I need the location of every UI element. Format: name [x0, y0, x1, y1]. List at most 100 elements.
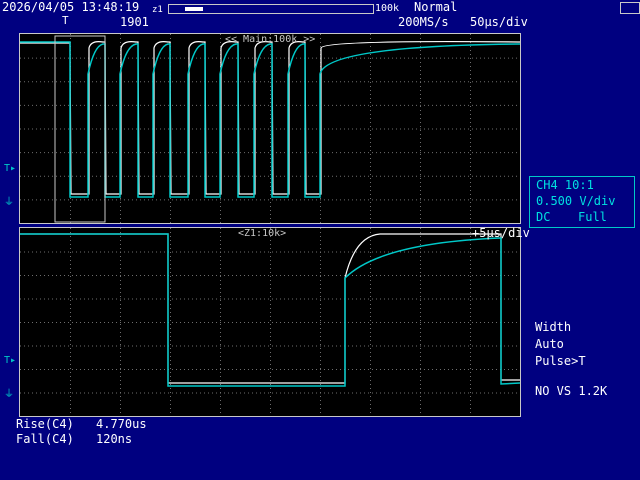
grid-dot: [188, 392, 189, 394]
grid-dot: [464, 199, 465, 201]
timebase[interactable]: 50μs/div: [470, 15, 528, 29]
grid-dot: [468, 392, 469, 394]
grid-dot: [80, 57, 81, 59]
grid-dot: [112, 345, 113, 347]
grid-dot: [296, 199, 297, 201]
grid-dot: [460, 57, 461, 59]
grid-dot: [268, 57, 269, 59]
grid-dot: [48, 369, 49, 370]
grid-dot: [220, 296, 221, 297]
grid-dot: [416, 81, 417, 83]
grid-dot: [308, 175, 309, 177]
grid-dot: [420, 198, 421, 199]
grid-dot: [256, 322, 257, 323]
grid-dot: [470, 98, 471, 99]
grid-dot: [470, 232, 471, 233]
zoom-waveform-window[interactable]: <Z1:10k> +5μs/div: [19, 226, 530, 417]
grid-dot: [412, 251, 413, 253]
grid-dot: [452, 392, 453, 394]
grid-dot: [480, 275, 481, 276]
grid-dot: [20, 275, 21, 276]
grid-dot: [300, 152, 301, 154]
grid-dot: [448, 199, 449, 201]
grid-dot: [460, 175, 461, 177]
grid-dot: [428, 275, 429, 276]
grid-dot: [180, 128, 181, 130]
grid-dot: [470, 174, 471, 175]
grid-dot: [396, 369, 397, 370]
grid-dot: [120, 240, 121, 241]
grid-dot: [48, 152, 49, 154]
grid-dot: [492, 322, 493, 323]
grid-dot: [312, 322, 313, 323]
grid-dot: [148, 392, 149, 394]
grid-dot: [416, 369, 417, 370]
grid-dot: [400, 57, 401, 59]
grid-dot: [320, 392, 321, 394]
grid-dot: [70, 392, 71, 393]
main-waveform-window[interactable]: << Main:100k >>: [19, 33, 521, 224]
grid-dot: [336, 322, 337, 323]
grid-dot: [420, 118, 421, 119]
grid-dot: [328, 128, 329, 130]
grid-dot: [436, 128, 437, 130]
grid-dot: [270, 400, 271, 401]
grid-dot: [504, 298, 505, 300]
grid-dot: [280, 81, 281, 83]
trigger-mode[interactable]: Normal: [414, 0, 457, 14]
grid-dot: [184, 81, 185, 83]
grid-dot: [72, 175, 73, 177]
grid-dot: [220, 336, 221, 337]
grid-dot: [384, 57, 385, 59]
grid-dot: [356, 57, 357, 59]
channel-settings-box[interactable]: CH4 10:1 0.500 V/div DC Full: [529, 176, 635, 228]
grid-dot: [84, 369, 85, 370]
grid-dot: [296, 57, 297, 59]
record-position-bar[interactable]: [168, 4, 374, 14]
grid-dot: [68, 128, 69, 130]
grid-dot: [332, 104, 333, 106]
grid-dot: [370, 46, 371, 47]
grid-dot: [270, 206, 271, 207]
grid-dot: [224, 128, 225, 130]
grid-dot: [470, 78, 471, 79]
grid-dot: [320, 296, 321, 297]
grid-dot: [64, 199, 65, 201]
grid-dot: [420, 186, 421, 187]
grid-dot: [476, 251, 477, 253]
grid-dot: [472, 199, 473, 201]
grid-dot: [270, 82, 271, 83]
grid-dot: [244, 57, 245, 59]
grid-dot: [256, 175, 257, 177]
record-position-thumb[interactable]: [185, 7, 203, 11]
grid-dot: [480, 152, 481, 154]
grid-dot: [72, 199, 73, 201]
grid-dot: [484, 152, 485, 154]
ground-marker-zoom: ⏚: [4, 389, 14, 400]
grid-dot: [388, 175, 389, 177]
grid-dot: [192, 322, 193, 323]
grid-dot: [370, 202, 371, 203]
grid-dot: [370, 90, 371, 91]
trigger-type: Width: [535, 320, 572, 334]
grid-dot: [64, 369, 65, 370]
grid-dot: [56, 251, 57, 253]
grid-dot: [120, 400, 121, 401]
grid-dot: [156, 128, 157, 130]
grid-dot: [208, 369, 209, 370]
grid-dot: [104, 251, 105, 253]
grid-dot: [440, 251, 441, 253]
grid-dot: [108, 298, 109, 300]
grid-dot: [132, 392, 133, 394]
grid-dot: [316, 152, 317, 154]
grid-dot: [328, 392, 329, 394]
grid-dot: [104, 369, 105, 370]
grid-dot: [416, 322, 417, 323]
grid-dot: [200, 322, 201, 323]
grid-dot: [400, 345, 401, 347]
grid-dot: [456, 57, 457, 59]
grid-dot: [116, 392, 117, 394]
grid-dot: [370, 154, 371, 155]
grid-dot: [500, 81, 501, 83]
grid-dot: [324, 104, 325, 106]
